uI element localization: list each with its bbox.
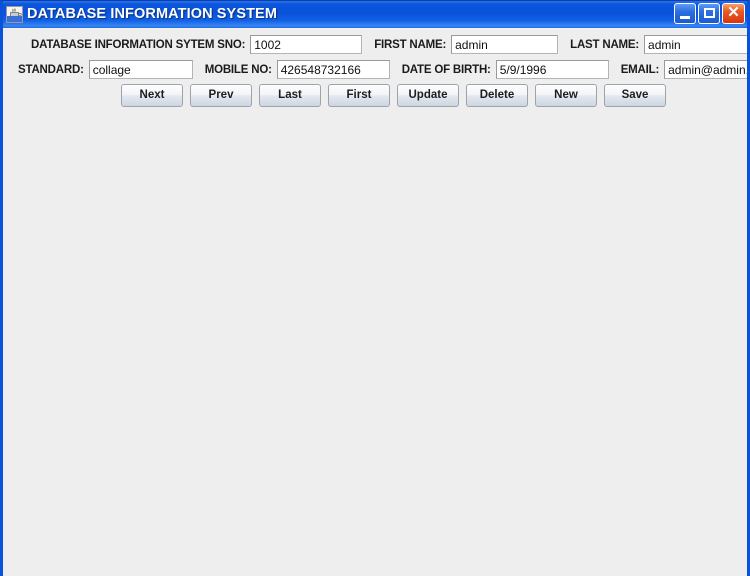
minimize-icon — [680, 16, 690, 19]
save-button[interactable]: Save — [604, 84, 666, 107]
close-button[interactable]: ✕ — [722, 3, 745, 24]
last-button[interactable]: Last — [259, 84, 321, 107]
icon-base-band — [7, 16, 22, 22]
label-email: EMAIL: — [620, 63, 660, 76]
label-last-name: LAST NAME: — [570, 38, 640, 51]
title-bar: DATABASE INFORMATION SYSTEM ✕ — [3, 1, 747, 28]
action-button-row: Next Prev Last First Update Delete New S… — [121, 84, 666, 107]
email-input[interactable] — [664, 60, 747, 79]
standard-input[interactable] — [88, 60, 193, 79]
delete-button[interactable]: Delete — [466, 84, 528, 107]
main-content-panel: DATABASE INFORMATION SYTEM SNO: FIRST NA… — [3, 28, 747, 576]
new-button[interactable]: New — [535, 84, 597, 107]
form-row-secondary: STANDARD: MOBILE NO: DATE OF BIRTH: EMAI… — [3, 60, 747, 79]
label-sno: DATABASE INFORMATION SYTEM SNO: — [31, 38, 246, 51]
sno-input[interactable] — [250, 35, 363, 54]
last-name-input[interactable] — [644, 35, 747, 54]
maximize-button[interactable] — [698, 3, 720, 24]
form-row-primary: DATABASE INFORMATION SYTEM SNO: FIRST NA… — [3, 35, 747, 54]
maximize-icon — [704, 8, 715, 18]
update-button[interactable]: Update — [397, 84, 459, 107]
label-standard: STANDARD: — [18, 63, 84, 76]
date-of-birth-input[interactable] — [495, 60, 609, 79]
label-mobile-no: MOBILE NO: — [204, 63, 272, 76]
window-title: DATABASE INFORMATION SYSTEM — [27, 5, 277, 22]
first-name-input[interactable] — [451, 35, 559, 54]
next-button[interactable]: Next — [121, 84, 183, 107]
first-button[interactable]: First — [328, 84, 390, 107]
mobile-no-input[interactable] — [276, 60, 390, 79]
java-coffee-cup-icon — [6, 6, 23, 23]
window-controls: ✕ — [674, 3, 745, 24]
close-icon: ✕ — [727, 4, 740, 21]
prev-button[interactable]: Prev — [190, 84, 252, 107]
minimize-button[interactable] — [674, 3, 696, 24]
label-date-of-birth: DATE OF BIRTH: — [401, 63, 491, 76]
application-window: DATABASE INFORMATION SYSTEM ✕ DATABASE I… — [0, 0, 750, 576]
label-first-name: FIRST NAME: — [374, 38, 447, 51]
